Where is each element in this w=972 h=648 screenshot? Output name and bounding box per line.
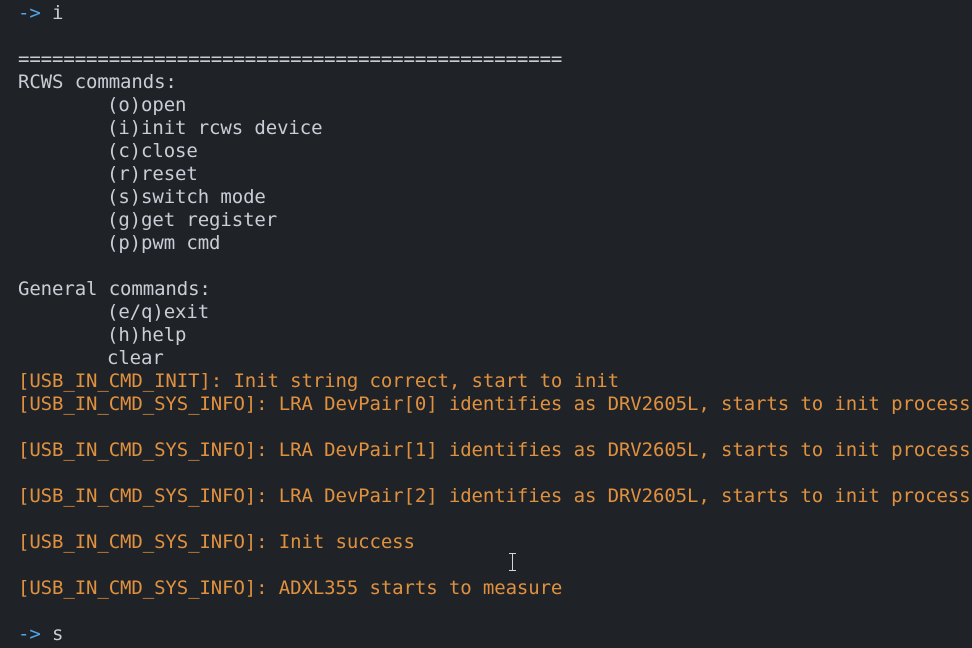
general-commands-header: General commands:: [18, 278, 211, 300]
log-line-init: [USB_IN_CMD_INIT]: Init string correct, …: [18, 370, 619, 392]
entered-command: i: [52, 2, 64, 24]
separator-line: ========================================…: [18, 48, 563, 70]
prompt-line-2[interactable]: -> s: [18, 623, 972, 646]
i-beam-cursor-icon: [508, 553, 517, 571]
log-line-devpair-2: [USB_IN_CMD_SYS_INFO]: LRA DevPair[2] id…: [18, 485, 971, 507]
rcws-command-reset: (r)reset: [107, 163, 198, 185]
general-command-clear: clear: [107, 347, 164, 369]
prompt-line-1: -> i: [18, 2, 972, 25]
prompt-arrow: ->: [18, 2, 41, 24]
rcws-command-pwm: (p)pwm cmd: [107, 232, 221, 254]
rcws-command-init: (i)init rcws device: [107, 117, 323, 139]
rcws-command-switch-mode: (s)switch mode: [107, 186, 266, 208]
general-command-exit: (e/q)exit: [107, 301, 210, 323]
general-command-help: (h)help: [107, 324, 187, 346]
log-line-adxl355: [USB_IN_CMD_SYS_INFO]: ADXL355 starts to…: [18, 577, 563, 599]
log-line-devpair-1: [USB_IN_CMD_SYS_INFO]: LRA DevPair[1] id…: [18, 439, 971, 461]
log-line-devpair-0: [USB_IN_CMD_SYS_INFO]: LRA DevPair[0] id…: [18, 393, 971, 415]
rcws-commands-header: RCWS commands:: [18, 71, 177, 93]
terminal-window[interactable]: -> i ===================================…: [0, 0, 972, 648]
prompt-arrow: ->: [18, 623, 41, 645]
rcws-command-get-register: (g)get register: [107, 209, 278, 231]
log-line-init-success: [USB_IN_CMD_SYS_INFO]: Init success: [18, 531, 415, 553]
current-input[interactable]: s: [52, 623, 63, 645]
rcws-command-close: (c)close: [107, 140, 198, 162]
rcws-command-open: (o)open: [107, 94, 187, 116]
